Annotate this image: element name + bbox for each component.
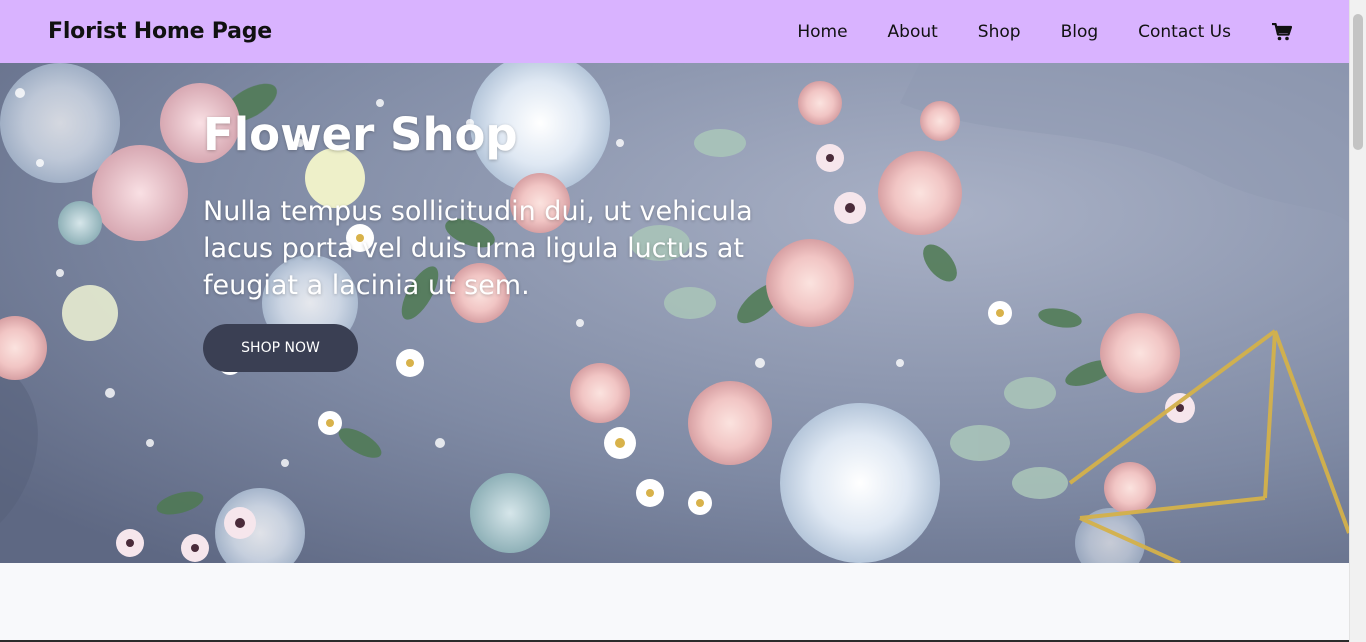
hero-banner: Flower Shop Nulla tempus sollicitudin du…	[0, 63, 1349, 563]
nav-link-blog[interactable]: Blog	[1061, 22, 1099, 42]
navbar: Florist Home Page Home About Shop Blog C…	[0, 0, 1349, 63]
content-section	[0, 563, 1349, 642]
nav-link-about[interactable]: About	[888, 22, 938, 42]
nav-link-shop[interactable]: Shop	[978, 22, 1021, 42]
page-scrollbar[interactable]	[1349, 0, 1366, 642]
shopping-cart-icon[interactable]	[1271, 22, 1293, 42]
nav-links: Home About Shop Blog Contact Us	[797, 22, 1301, 42]
nav-link-home[interactable]: Home	[797, 22, 847, 42]
brand-title[interactable]: Florist Home Page	[48, 19, 272, 44]
hero-content: Flower Shop Nulla tempus sollicitudin du…	[203, 109, 843, 372]
shop-now-button[interactable]: SHOP NOW	[203, 323, 358, 372]
hero-description: Nulla tempus sollicitudin dui, ut vehicu…	[203, 195, 753, 301]
nav-link-contact[interactable]: Contact Us	[1138, 22, 1231, 42]
scrollbar-thumb[interactable]	[1353, 14, 1363, 150]
hero-title: Flower Shop	[203, 108, 518, 161]
page: Florist Home Page Home About Shop Blog C…	[0, 0, 1366, 642]
